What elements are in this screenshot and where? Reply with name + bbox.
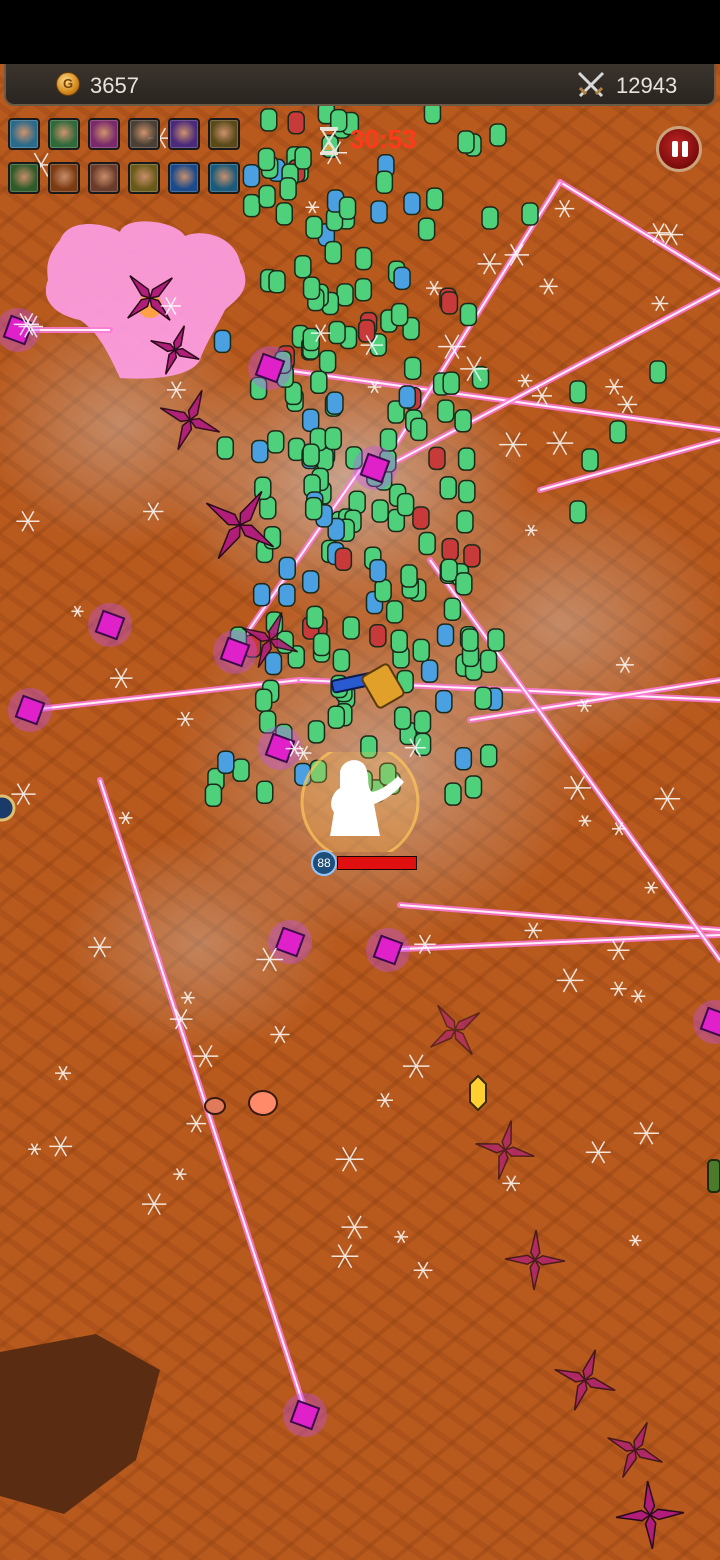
water-boots-skill-icon <box>208 162 240 194</box>
ice-shard-skill-icon <box>8 118 40 150</box>
crossed-swords-icon <box>577 71 605 98</box>
player-hp-fill <box>338 857 416 869</box>
spellbook-skill-icon <box>88 162 120 194</box>
hourglass-icon <box>320 127 338 155</box>
fire-gourd-skill-icon <box>208 118 240 150</box>
frost-ring-skill-icon <box>168 162 200 194</box>
pause-button[interactable] <box>656 126 702 172</box>
top-hud-bar: G 3657 12943 <box>4 64 716 106</box>
player-character <box>300 752 420 852</box>
system-status-bar <box>0 0 720 64</box>
void-orb-skill-icon <box>168 118 200 150</box>
dark-dirt-patch <box>0 1334 160 1514</box>
player-level-badge: 88 <box>311 850 337 876</box>
green-tome-skill-icon <box>48 118 80 150</box>
battle-axe-skill-icon <box>128 118 160 150</box>
kill-counter: 12943 <box>616 73 678 98</box>
war-horn-skill-icon <box>48 162 80 194</box>
gold-counter: 3657 <box>90 73 139 98</box>
gold-coin-icon: G <box>56 72 80 96</box>
four-leaf-clover-skill-icon <box>8 162 40 194</box>
shuriken-skill-icon <box>88 118 120 150</box>
timer-value: 30:53 <box>350 124 417 154</box>
golden-crown-skill-icon <box>128 162 160 194</box>
pause-icon <box>672 141 678 157</box>
player-hp-bar <box>337 856 417 870</box>
